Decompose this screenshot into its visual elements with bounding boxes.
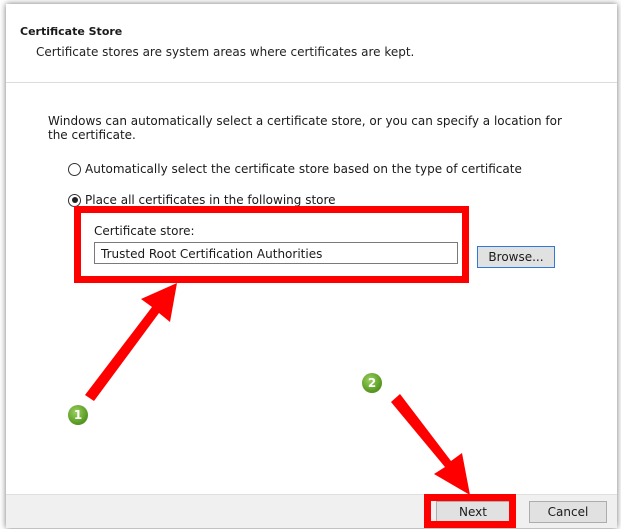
annotation-arrows xyxy=(85,283,470,495)
arrow-1-icon xyxy=(85,283,177,401)
step-badge-2: 2 xyxy=(362,373,382,393)
arrow-2-icon xyxy=(391,394,470,495)
certificate-import-wizard-dialog: Certificate Store Certificate stores are… xyxy=(6,4,617,528)
step-badge-1: 1 xyxy=(68,405,88,425)
